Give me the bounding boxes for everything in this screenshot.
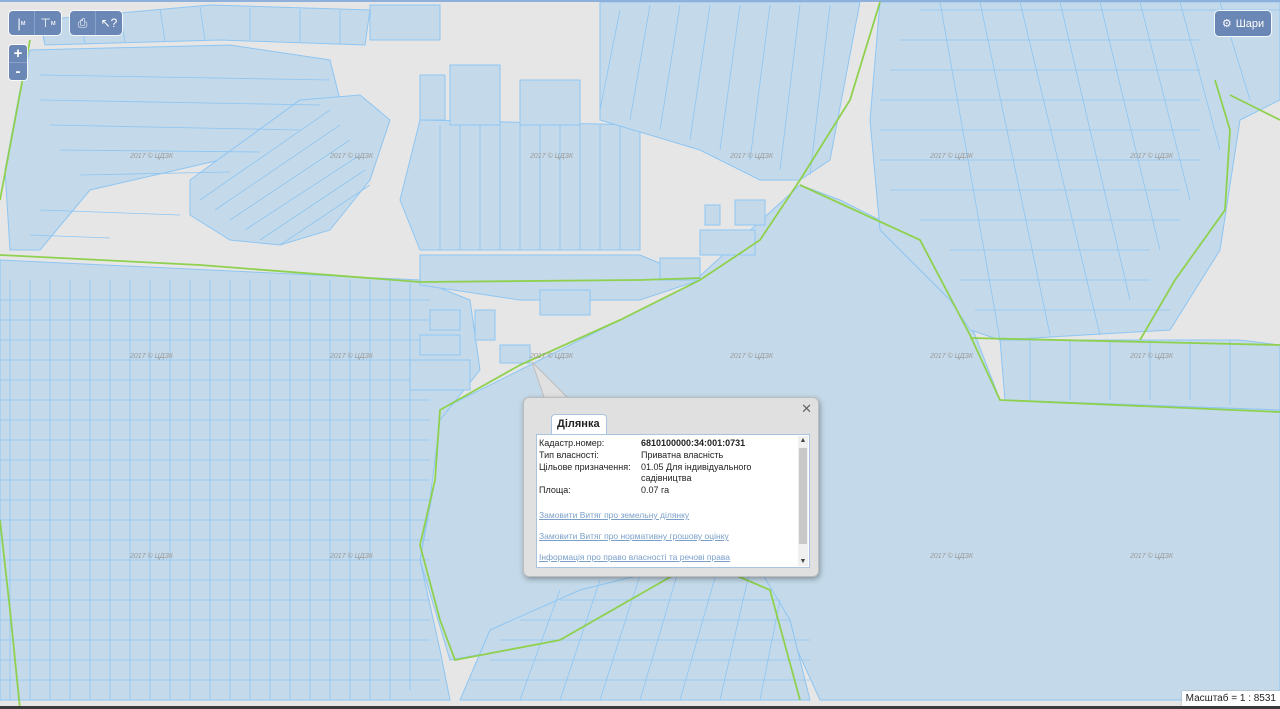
watermark-text: 2017 © ЦДЗК — [529, 352, 574, 360]
watermark-text: 2017 © ЦДЗК — [729, 352, 774, 360]
watermark-text: 2017 © ЦДЗК — [529, 152, 574, 160]
watermark-text: 2017 © ЦДЗК — [929, 352, 974, 360]
field-key: Цільове призначення: — [539, 462, 631, 472]
measure-area-button[interactable]: ⊤ м — [35, 11, 61, 35]
popup-content: Кадастр.номер: 6810100000:34:001:0731 Ти… — [539, 438, 795, 562]
field-row: Цільове призначення: 01.05 Для індивідуа… — [539, 462, 795, 484]
tools-toolbar: ⎙ ↖? — [70, 11, 122, 35]
field-key: Площа: — [539, 485, 571, 495]
watermark-text: 2017 © ЦДЗК — [929, 552, 974, 560]
popup-scrollbar[interactable]: ▲ ▼ — [798, 436, 808, 566]
printer-icon: ⎙ — [77, 15, 88, 30]
scrollbar-thumb[interactable] — [799, 448, 807, 544]
watermark-text: 2017 © ЦДЗК — [329, 352, 374, 360]
watermark-text: 2017 © ЦДЗК — [329, 152, 374, 160]
identify-button[interactable]: ↖? — [96, 11, 122, 35]
field-row: Площа: 0.07 га — [539, 485, 795, 496]
measure-distance-button[interactable]: | м — [9, 11, 35, 35]
ownership-type-value: Приватна власність — [641, 450, 724, 460]
field-row: Тип власності: Приватна власність — [539, 450, 795, 461]
zoom-control: + - — [9, 45, 27, 80]
scroll-down-icon[interactable]: ▼ — [799, 558, 807, 565]
field-row: Кадастр.номер: 6810100000:34:001:0731 — [539, 438, 795, 449]
cursor-help-icon: ↖? — [100, 16, 118, 30]
purpose-value: 01.05 Для індивідуального садівництва — [641, 462, 752, 483]
order-parcel-extract-link[interactable]: Замовити Витяг про земельну ділянку — [539, 510, 795, 520]
popup-body: Кадастр.номер: 6810100000:34:001:0731 Ти… — [536, 434, 810, 568]
watermark-text: 2017 © ЦДЗК — [929, 152, 974, 160]
parcel-block-e — [999, 339, 1280, 411]
watermark-text: 2017 © ЦДЗК — [1129, 152, 1174, 160]
measure-toolbar: | м ⊤ м — [9, 11, 61, 35]
watermark-text: 2017 © ЦДЗК — [729, 152, 774, 160]
scale-indicator: Масштаб = 1 : 8531 — [1181, 691, 1280, 706]
area-icon: ⊤ — [40, 16, 51, 30]
layers-button-label: Шари — [1235, 17, 1265, 30]
watermark-text: 2017 © ЦДЗК — [129, 552, 174, 560]
cadastral-map[interactable]: 2017 © ЦДЗК 2017 © ЦДЗК 2017 © ЦДЗК 2017… — [0, 0, 1280, 709]
ownership-rights-info-link[interactable]: Інформація про право власності та речові… — [539, 552, 795, 562]
ruler-unit-label: м — [20, 19, 26, 27]
field-key: Тип власності: — [539, 450, 599, 460]
zoom-out-button[interactable]: - — [9, 63, 27, 80]
field-key: Кадастр.номер: — [539, 438, 605, 448]
order-valuation-extract-link[interactable]: Замовити Витяг про нормативну грошову оц… — [539, 531, 795, 541]
watermark-text: 2017 © ЦДЗК — [129, 152, 174, 160]
layers-button[interactable]: ⚙ Шари — [1215, 11, 1271, 36]
watermark-text: 2017 © ЦДЗК — [1129, 552, 1174, 560]
cadastral-number-value: 6810100000:34:001:0731 — [641, 438, 746, 448]
close-icon[interactable]: ✕ — [801, 402, 812, 415]
top-border — [0, 0, 1280, 2]
gear-icon: ⚙ — [1221, 18, 1232, 30]
parcel-info-popup: ✕ Ділянка Кадастр.номер: 6810100000:34:0… — [523, 397, 819, 577]
print-button[interactable]: ⎙ — [70, 11, 96, 35]
scroll-up-icon[interactable]: ▲ — [799, 437, 807, 444]
watermark-text: 2017 © ЦДЗК — [1129, 352, 1174, 360]
tab-parcel[interactable]: Ділянка — [551, 414, 607, 434]
watermark-text: 2017 © ЦДЗК — [329, 552, 374, 560]
area-value: 0.07 га — [641, 485, 670, 495]
area-unit-label: м — [50, 19, 56, 27]
zoom-in-button[interactable]: + — [9, 45, 27, 63]
watermark-text: 2017 © ЦДЗК — [129, 352, 174, 360]
